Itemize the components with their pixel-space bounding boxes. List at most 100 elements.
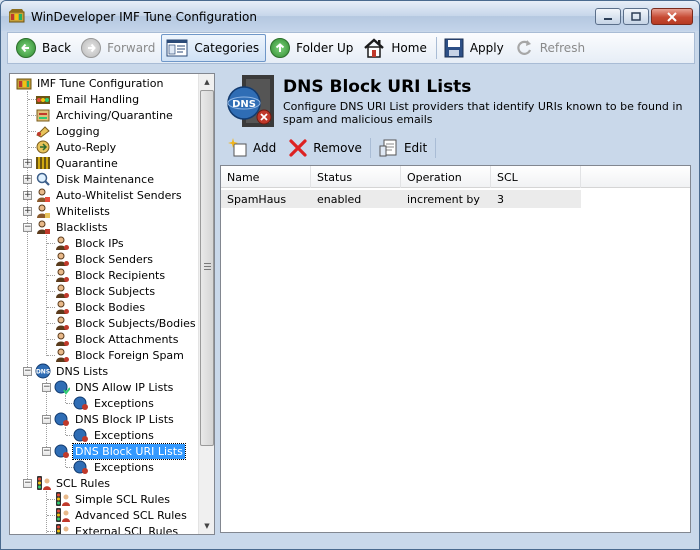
tree-node-simple-scl[interactable]: Simple SCL Rules [54, 491, 172, 507]
column-header-filler [581, 166, 690, 188]
cell-operation: increment by [407, 192, 480, 206]
tree-line [27, 91, 28, 487]
title-bar: WinDeveloper IMF Tune Configuration [1, 1, 699, 31]
block-user-icon [56, 348, 69, 362]
dns-globe-icon: DNS [35, 363, 51, 379]
tree-node-quarantine[interactable]: Quarantine [35, 155, 120, 171]
tree-node-block-ips[interactable]: Block IPs [54, 235, 126, 251]
refresh-button[interactable]: Refresh [510, 34, 591, 62]
tree-node-advanced-scl[interactable]: Advanced SCL Rules [54, 507, 189, 523]
app-icon [9, 9, 25, 23]
block-user-icon [56, 300, 69, 314]
add-label: Add [253, 141, 277, 155]
minimize-button[interactable] [595, 8, 621, 25]
scroll-thumb[interactable] [200, 90, 214, 446]
tree-node-exceptions-1[interactable]: Exceptions [73, 395, 156, 411]
tree-node-auto-whitelist[interactable]: Auto-Whitelist Senders [35, 187, 184, 203]
svg-text:DNS: DNS [232, 99, 256, 110]
tree-node-block-foreign-spam[interactable]: Block Foreign Spam [54, 347, 186, 363]
tree-line [65, 427, 66, 435]
tree-node-dns-block-ip[interactable]: DNS Block IP Lists [54, 411, 176, 427]
column-header-operation[interactable]: Operation [401, 166, 491, 188]
svg-text:DNS: DNS [36, 369, 50, 376]
scroll-down-arrow[interactable]: ▼ [199, 518, 214, 534]
add-button[interactable]: Add [224, 136, 280, 160]
tree-node-logging[interactable]: Logging [35, 123, 102, 139]
block-user-icon [56, 268, 69, 282]
tree-node-root[interactable]: IMF Tune Configuration [16, 75, 165, 91]
tree-node-block-recipients[interactable]: Block Recipients [54, 267, 167, 283]
refresh-icon [517, 40, 531, 55]
tree-node-block-attachments[interactable]: Block Attachments [54, 331, 180, 347]
forward-button[interactable]: Forward [77, 34, 161, 62]
remove-button[interactable]: Remove [284, 136, 366, 160]
tree-node-dns-allow-ip[interactable]: DNS Allow IP Lists [54, 379, 175, 395]
refresh-label: Refresh [539, 41, 586, 55]
expand-toggle[interactable]: + [23, 175, 32, 184]
collapse-toggle[interactable]: − [42, 415, 51, 424]
scroll-up-arrow[interactable]: ▲ [199, 74, 214, 90]
maximize-icon [631, 12, 641, 21]
user-icon [37, 204, 50, 218]
user-icon [37, 188, 50, 202]
expand-toggle[interactable]: + [23, 191, 32, 200]
up-arrow-icon [270, 38, 291, 58]
block-user-icon [56, 236, 69, 250]
back-button[interactable]: Back [12, 34, 77, 62]
tree-node-block-senders[interactable]: Block Senders [54, 251, 155, 267]
list-toolbar: Add Remove Edit [220, 134, 690, 162]
tree-node-archiving[interactable]: Archiving/Quarantine [35, 107, 175, 123]
tree-node-exceptions-2[interactable]: Exceptions [73, 427, 156, 443]
edit-label: Edit [403, 141, 428, 155]
apply-button[interactable]: Apply [440, 34, 510, 62]
back-arrow-icon [16, 38, 36, 58]
cell-name: SpamHaus [227, 192, 287, 206]
column-header-status[interactable]: Status [311, 166, 401, 188]
tree-node-auto-reply[interactable]: Auto-Reply [35, 139, 118, 155]
scl-rule-icon [56, 492, 70, 506]
collapse-toggle[interactable]: − [23, 367, 32, 376]
category-tree[interactable]: IMF Tune Configuration Email Handling Ar… [9, 73, 215, 535]
expand-toggle[interactable]: + [23, 159, 32, 168]
collapse-toggle[interactable]: − [23, 479, 32, 488]
tree-node-disk-maintenance[interactable]: Disk Maintenance [35, 171, 156, 187]
block-user-icon [56, 332, 69, 346]
categories-button[interactable]: Categories [161, 34, 267, 62]
tree-node-email-handling[interactable]: Email Handling [35, 91, 141, 107]
save-disk-icon [444, 38, 464, 58]
collapse-toggle[interactable]: − [42, 383, 51, 392]
tree-node-external-scl[interactable]: External SCL Rules [54, 523, 180, 534]
home-label: Home [391, 41, 427, 55]
collapse-toggle[interactable]: − [42, 447, 51, 456]
tree-node-block-subjects-bodies[interactable]: Block Subjects/Bodies [54, 315, 198, 331]
tree-node-dns-lists[interactable]: DNS DNS Lists [35, 363, 110, 379]
folder-up-button[interactable]: Folder Up [266, 34, 359, 62]
home-icon [364, 38, 385, 58]
edit-button[interactable]: Edit [375, 136, 431, 160]
categories-label: Categories [194, 41, 260, 55]
tree-node-scl-rules[interactable]: SCL Rules [35, 475, 112, 491]
close-button[interactable] [651, 8, 693, 25]
page-description: Configure DNS URI List providers that id… [283, 100, 683, 126]
home-button[interactable]: Home [359, 34, 432, 62]
column-header-scl[interactable]: SCL [491, 166, 581, 188]
table-header: Name Status Operation SCL [221, 166, 690, 188]
column-header-name[interactable]: Name [221, 166, 311, 188]
maximize-button[interactable] [623, 8, 649, 25]
expand-toggle[interactable]: + [23, 207, 32, 216]
tree-node-dns-block-uri[interactable]: DNS Block URI Lists [54, 442, 186, 460]
tree-node-block-bodies[interactable]: Block Bodies [54, 299, 147, 315]
collapse-toggle[interactable]: − [23, 223, 32, 232]
quarantine-icon [36, 157, 50, 169]
dns-block-icon [54, 444, 69, 458]
uri-list-table[interactable]: Name Status Operation SCL SpamHaus enabl… [220, 165, 691, 533]
tree-node-whitelists[interactable]: Whitelists [35, 203, 112, 219]
tree-line [65, 395, 66, 403]
exception-icon [73, 428, 88, 442]
tree-scrollbar[interactable]: ▲ ▼ [198, 74, 214, 534]
remove-label: Remove [313, 141, 362, 155]
tree-node-block-subjects[interactable]: Block Subjects [54, 283, 157, 299]
tree-node-exceptions-3[interactable]: Exceptions [73, 459, 156, 475]
tree-node-blacklists[interactable]: Blacklists [35, 219, 110, 235]
table-row[interactable]: SpamHaus enabled increment by 3 [221, 190, 581, 208]
